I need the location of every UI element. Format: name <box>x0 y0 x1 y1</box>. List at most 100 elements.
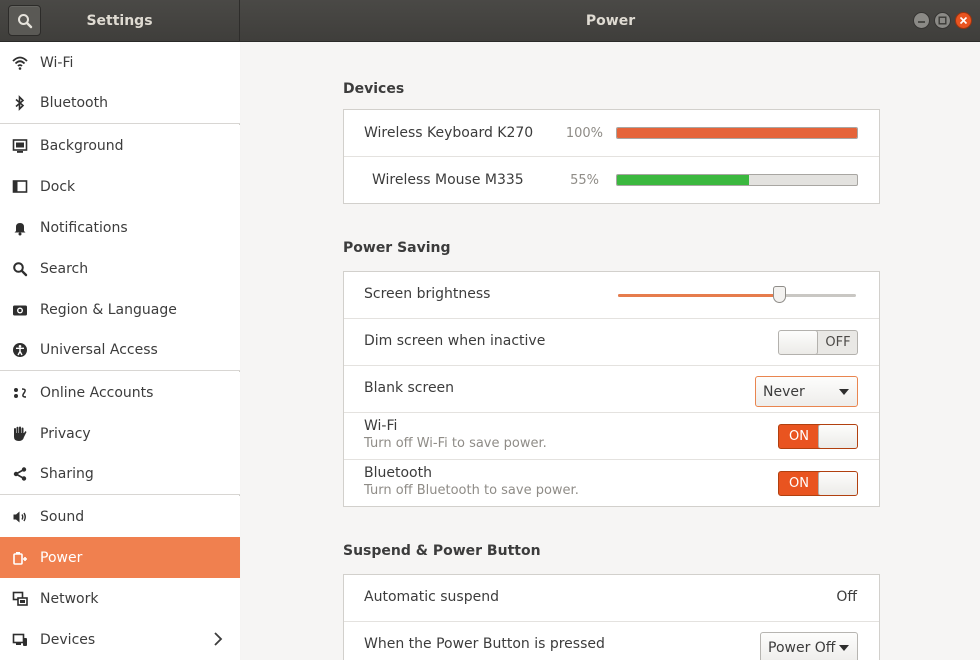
sidebar-item-power[interactable]: Power <box>0 537 240 578</box>
device-percent: 100% <box>565 126 603 141</box>
bluetooth-power-row: Bluetooth Turn off Bluetooth to save pow… <box>344 460 879 507</box>
chevron-right-icon <box>214 632 223 646</box>
sidebar-item-privacy[interactable]: Privacy <box>0 413 240 454</box>
automatic-suspend-row[interactable]: Automatic suspend Off <box>344 575 879 622</box>
suspend-list: Automatic suspend Off When the Power But… <box>343 574 880 660</box>
device-row: Wireless Mouse M335 55% <box>344 157 879 204</box>
switch-knob <box>818 425 857 448</box>
sidebar-item-label: Search <box>40 260 89 277</box>
blank-screen-label: Blank screen <box>364 380 455 396</box>
sidebar-item-network[interactable]: Network <box>0 578 240 619</box>
sidebar-item-label: Network <box>40 590 99 607</box>
automatic-suspend-label: Automatic suspend <box>364 589 499 605</box>
background-icon <box>11 137 29 155</box>
minimize-icon <box>918 21 925 23</box>
sidebar-item-label: Privacy <box>40 425 91 442</box>
search-icon <box>17 13 32 28</box>
sidebar-item-notifications[interactable]: Notifications <box>0 207 240 248</box>
bluetooth-power-switch[interactable]: ON <box>778 471 858 496</box>
share-icon <box>11 465 29 483</box>
sidebar-item-search[interactable]: Search <box>0 248 240 289</box>
header-bar: Settings Power <box>0 0 980 42</box>
bluetooth-power-label: Bluetooth <box>364 465 432 481</box>
sidebar-item-label: Universal Access <box>40 342 158 358</box>
sidebar-item-background[interactable]: Background <box>0 125 240 166</box>
minimize-button[interactable] <box>913 12 930 29</box>
devices-list: Wireless Keyboard K270 100% Wireless Mou… <box>343 109 880 204</box>
suspend-section-title: Suspend & Power Button <box>343 543 541 559</box>
sidebar-item-label: Notifications <box>40 219 128 236</box>
device-name: Wireless Mouse M335 <box>372 172 524 188</box>
device-battery-bar <box>616 127 858 139</box>
dropdown-value: Power Off <box>768 639 836 656</box>
dim-screen-label: Dim screen when inactive <box>364 333 546 349</box>
sidebar-item-dock[interactable]: Dock <box>0 166 240 207</box>
sidebar-title: Settings <box>86 13 153 29</box>
devices-icon <box>11 631 29 649</box>
search-button[interactable] <box>8 5 41 36</box>
panel-title: Power <box>585 13 636 29</box>
sidebar-item-label: Power <box>40 549 83 566</box>
sidebar-header: Settings <box>0 0 240 42</box>
brightness-slider[interactable] <box>618 294 856 297</box>
switch-state: OFF <box>825 335 851 350</box>
network-icon <box>11 590 29 608</box>
switch-state: ON <box>789 476 809 491</box>
device-battery-fill <box>617 175 749 185</box>
device-percent: 55% <box>570 173 599 188</box>
wifi-power-label: Wi-Fi <box>364 418 398 434</box>
brightness-slider-handle[interactable] <box>772 286 786 303</box>
wifi-power-row: Wi-Fi Turn off Wi-Fi to save power. ON <box>344 413 879 460</box>
maximize-icon <box>938 16 947 25</box>
sidebar-item-label: Bluetooth <box>40 95 108 111</box>
sidebar-item-label: Online Accounts <box>40 384 154 401</box>
device-row: Wireless Keyboard K270 100% <box>344 110 879 157</box>
dim-screen-switch[interactable]: OFF <box>778 330 858 355</box>
sidebar-item-wifi[interactable]: Wi-Fi <box>0 42 240 83</box>
camera-icon <box>11 301 29 319</box>
device-battery-bar <box>616 174 858 186</box>
sidebar-item-label: Dock <box>40 178 76 195</box>
sidebar-item-online-accounts[interactable]: Online Accounts <box>0 372 240 413</box>
sidebar-item-label: Sharing <box>40 466 94 482</box>
dim-screen-row: Dim screen when inactive OFF <box>344 319 879 366</box>
sidebar-item-label: Sound <box>40 508 85 525</box>
sidebar-item-devices[interactable]: Devices <box>0 619 240 660</box>
power-panel: Devices Wireless Keyboard K270 100% Wire… <box>241 42 980 660</box>
devices-section-title: Devices <box>343 81 405 97</box>
power-button-row: When the Power Button is pressed Power O… <box>344 622 879 660</box>
sidebar-item-universal-access[interactable]: Universal Access <box>0 330 240 371</box>
dropdown-value: Never <box>763 383 805 400</box>
hand-icon <box>11 425 29 443</box>
speaker-icon <box>11 508 29 526</box>
search-icon <box>11 260 29 278</box>
sidebar-item-label: Background <box>40 137 124 154</box>
automatic-suspend-value: Off <box>836 589 857 605</box>
sidebar-item-bluetooth[interactable]: Bluetooth <box>0 83 240 124</box>
sidebar-item-label: Wi-Fi <box>40 54 74 71</box>
sidebar-item-label: Region & Language <box>40 301 177 318</box>
bluetooth-icon <box>11 94 29 112</box>
power-saving-section-title: Power Saving <box>343 240 451 256</box>
accessibility-icon <box>11 341 29 359</box>
close-button[interactable] <box>955 12 972 29</box>
dropdown-arrow-icon <box>839 645 849 651</box>
power-saving-list: Screen brightness Dim screen when inacti… <box>343 271 880 507</box>
sidebar-item-sharing[interactable]: Sharing <box>0 454 240 495</box>
cloud-accounts-icon <box>11 384 29 402</box>
brightness-slider-fill <box>618 294 780 297</box>
brightness-label: Screen brightness <box>364 286 491 302</box>
power-button-label: When the Power Button is pressed <box>364 636 605 652</box>
switch-knob <box>818 472 857 495</box>
close-icon <box>959 16 968 25</box>
sidebar-item-region-language[interactable]: Region & Language <box>0 289 240 330</box>
blank-screen-dropdown[interactable]: Never <box>755 376 858 407</box>
power-button-dropdown[interactable]: Power Off <box>760 632 858 660</box>
power-plug-icon <box>11 549 29 567</box>
sidebar-item-sound[interactable]: Sound <box>0 496 240 537</box>
maximize-button[interactable] <box>934 12 951 29</box>
wifi-power-switch[interactable]: ON <box>778 424 858 449</box>
blank-screen-row: Blank screen Never <box>344 366 879 413</box>
wifi-icon <box>11 54 29 72</box>
switch-knob <box>779 331 818 354</box>
